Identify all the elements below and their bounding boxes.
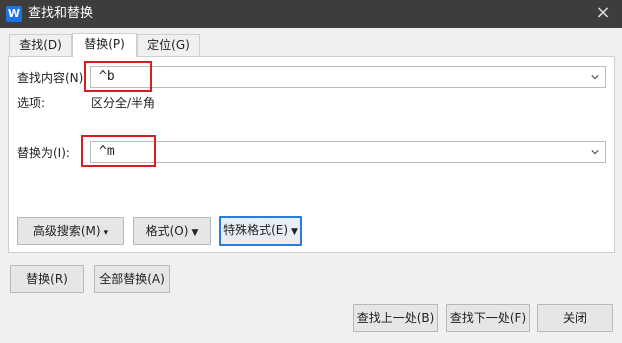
find-next-button[interactable]: 查找下一处(F)	[446, 304, 530, 332]
replace-panel: 查找内容(N): ^b 选项: 区分全/半角 替换为(I): ^m 高级搜索(M…	[8, 56, 615, 253]
options-value: 区分全/半角	[91, 96, 156, 110]
find-what-combo[interactable]: ^b	[90, 66, 606, 88]
replace-with-value: ^m	[99, 144, 115, 159]
dropdown-arrow-icon: ▼	[191, 228, 199, 238]
advanced-search-label: 高级搜索(M)	[32, 224, 101, 238]
format-label: 格式(O)	[145, 224, 189, 238]
chevron-down-icon[interactable]	[591, 73, 599, 81]
replace-with-label: 替换为(I):	[17, 146, 70, 160]
special-format-button[interactable]: 特殊格式(E) ▼	[219, 216, 302, 246]
chevron-down-icon[interactable]	[591, 148, 599, 156]
replace-button[interactable]: 替换(R)	[10, 265, 84, 293]
double-chevron-down-icon: ▾	[103, 228, 109, 238]
special-format-label: 特殊格式(E)	[223, 223, 289, 237]
close-button[interactable]: 关闭	[537, 304, 613, 332]
advanced-search-button[interactable]: 高级搜索(M) ▾	[17, 217, 124, 245]
replace-with-combo[interactable]: ^m	[90, 141, 606, 163]
tab-replace[interactable]: 替换(P)	[72, 33, 137, 57]
wps-writer-icon: W	[6, 6, 22, 22]
close-icon[interactable]: ×	[592, 3, 614, 25]
tab-find[interactable]: 查找(D)	[9, 34, 72, 56]
find-previous-button[interactable]: 查找上一处(B)	[353, 304, 438, 332]
replace-all-button[interactable]: 全部替换(A)	[94, 265, 170, 293]
options-label: 选项:	[17, 96, 46, 110]
window-title: 查找和替换	[28, 6, 94, 21]
title-bar: W 查找和替换 ×	[0, 0, 622, 28]
dropdown-arrow-icon: ▼	[291, 227, 298, 237]
find-what-label: 查找内容(N):	[17, 71, 88, 85]
tab-goto[interactable]: 定位(G)	[137, 34, 200, 56]
format-button[interactable]: 格式(O) ▼	[133, 217, 211, 245]
find-what-value: ^b	[99, 69, 115, 84]
